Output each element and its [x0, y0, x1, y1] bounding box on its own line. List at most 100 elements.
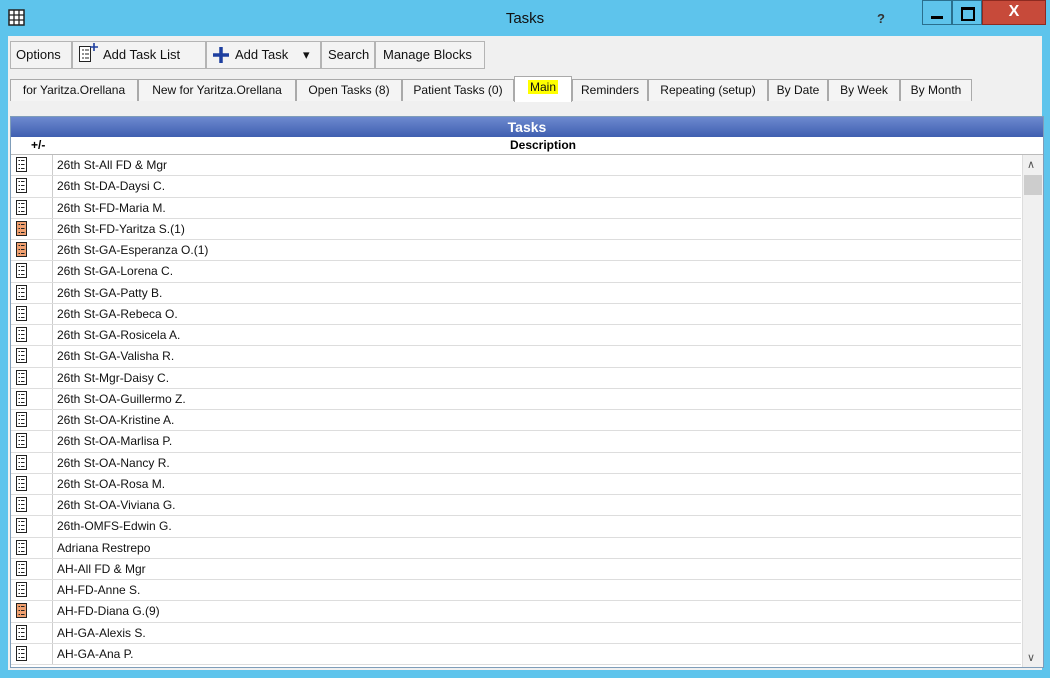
tab-by-week[interactable]: By Week: [828, 79, 900, 101]
task-list-icon[interactable]: [16, 199, 27, 215]
table-row[interactable]: 26th-OMFS-Edwin G.: [11, 516, 1021, 538]
row-divider: [52, 452, 53, 473]
tab-new-for-yaritza[interactable]: New for Yaritza.Orellana: [138, 79, 296, 101]
add-task-dropdown-icon[interactable]: ▾: [303, 42, 310, 68]
tab-by-month[interactable]: By Month: [900, 79, 972, 101]
window-title: Tasks: [505, 10, 545, 27]
maximize-button[interactable]: [952, 0, 982, 25]
tab-repeating-setup[interactable]: Repeating (setup): [648, 79, 768, 101]
task-list-icon[interactable]: [16, 327, 27, 342]
task-description: AH-FD-Anne S.: [57, 583, 141, 597]
task-list-icon[interactable]: [16, 348, 27, 364]
table-row[interactable]: 26th St-GA-Patty B.: [11, 282, 1021, 304]
task-description: 26th St-OA-Viviana G.: [57, 498, 176, 512]
vertical-scrollbar[interactable]: ∧ ∨: [1022, 155, 1043, 667]
scroll-down-icon[interactable]: ∨: [1027, 651, 1035, 664]
task-list-icon[interactable]: [16, 645, 27, 661]
task-description: 26th St-FD-Maria M.: [57, 200, 166, 215]
task-list-icon[interactable]: [16, 624, 27, 640]
table-row[interactable]: 26th St-OA-Marlisa P.: [11, 431, 1021, 453]
task-list-icon[interactable]: [16, 603, 27, 619]
table-row[interactable]: AH-FD-Diana G.(9): [11, 601, 1021, 623]
task-list-icon[interactable]: [16, 497, 27, 512]
task-list-icon[interactable]: [16, 412, 27, 427]
task-list-icon[interactable]: [16, 539, 27, 555]
help-button[interactable]: ?: [877, 11, 885, 26]
table-row[interactable]: 26th St-OA-Nancy R.: [11, 452, 1021, 474]
table-row[interactable]: AH-GA-Alexis S.: [11, 622, 1021, 644]
row-divider: [52, 388, 53, 409]
add-plus-icon: [90, 43, 98, 51]
tab-by-date[interactable]: By Date: [768, 79, 828, 101]
table-row[interactable]: 26th St-GA-Rebeca O.: [11, 303, 1021, 325]
close-button[interactable]: X: [982, 0, 1046, 25]
table-row[interactable]: 26th St-FD-Maria M.: [11, 197, 1021, 219]
table-row[interactable]: AH-All FD & Mgr: [11, 558, 1021, 580]
manage-blocks-button[interactable]: Manage Blocks: [375, 41, 485, 69]
description-column-header[interactable]: Description: [53, 138, 1033, 152]
task-list-icon[interactable]: [16, 369, 27, 385]
table-row[interactable]: 26th St-DA-Daysi C.: [11, 176, 1021, 198]
table-row[interactable]: 26th St-GA-Valisha R.: [11, 346, 1021, 368]
tab-for-yaritza[interactable]: for Yaritza.Orellana: [10, 79, 138, 101]
title-bar[interactable]: Tasks ? X: [0, 0, 1050, 36]
task-description: 26th St-GA-Rebeca O.: [57, 306, 178, 321]
task-list-icon[interactable]: [16, 178, 27, 194]
row-divider: [52, 643, 53, 664]
task-list-icon[interactable]: [16, 284, 27, 300]
task-list-icon[interactable]: [16, 433, 27, 449]
plus-icon: [213, 47, 229, 63]
task-list-icon[interactable]: [16, 518, 27, 534]
task-list-icon[interactable]: [16, 242, 27, 257]
table-row[interactable]: AH-FD-Anne S.: [11, 580, 1021, 602]
table-row[interactable]: 26th St-OA-Guillermo Z.: [11, 388, 1021, 410]
minimize-button[interactable]: [922, 0, 952, 25]
tab-reminders[interactable]: Reminders: [572, 79, 648, 101]
grid-header: +/- Description: [11, 137, 1043, 155]
row-divider: [52, 473, 53, 494]
task-list-icon[interactable]: [16, 475, 27, 491]
add-task-button[interactable]: Add Task ▾: [206, 41, 321, 69]
tab-patient-tasks[interactable]: Patient Tasks (0): [402, 79, 514, 101]
task-description: Adriana Restrepo: [57, 540, 151, 555]
scroll-thumb[interactable]: [1024, 175, 1042, 195]
task-list-icon[interactable]: [16, 582, 27, 597]
search-button[interactable]: Search: [321, 41, 375, 69]
task-list-icon[interactable]: [16, 454, 27, 470]
task-description: 26th St-GA-Valisha R.: [57, 349, 175, 364]
task-list-icon[interactable]: [16, 305, 27, 321]
table-row[interactable]: 26th St-OA-Viviana G.: [11, 495, 1021, 517]
task-list-icon[interactable]: [16, 390, 27, 406]
tab-open-tasks[interactable]: Open Tasks (8): [296, 79, 402, 101]
tab-main[interactable]: Main: [514, 76, 572, 102]
expand-column-header[interactable]: +/-: [31, 138, 45, 152]
table-row[interactable]: 26th St-GA-Rosicela A.: [11, 325, 1021, 347]
task-description: 26th St-GA-Esperanza O.(1): [57, 243, 209, 257]
task-tabs: for Yaritza.Orellana New for Yaritza.Ore…: [8, 76, 1042, 102]
tasks-window: Tasks ? X Options Add Task List Add Task…: [0, 0, 1050, 678]
search-label: Search: [328, 47, 370, 62]
task-description: AH-All FD & Mgr: [57, 561, 146, 576]
table-row[interactable]: 26th St-All FD & Mgr: [11, 155, 1021, 177]
table-row[interactable]: 26th St-OA-Kristine A.: [11, 410, 1021, 432]
task-description: 26th St-GA-Lorena C.: [57, 264, 174, 279]
task-list-icon[interactable]: [16, 263, 27, 279]
table-row[interactable]: 26th St-GA-Esperanza O.(1): [11, 240, 1021, 262]
row-divider: [52, 580, 53, 601]
task-list-icon[interactable]: [16, 220, 27, 236]
task-description: 26th St-GA-Rosicela A.: [57, 328, 181, 342]
table-row[interactable]: 26th St-OA-Rosa M.: [11, 473, 1021, 495]
table-row[interactable]: 26th St-GA-Lorena C.: [11, 261, 1021, 283]
table-row[interactable]: AH-GA-Ana P.: [11, 643, 1021, 665]
table-row[interactable]: 26th St-Mgr-Daisy C.: [11, 367, 1021, 389]
scroll-up-icon[interactable]: ∧: [1027, 158, 1035, 171]
row-divider: [52, 558, 53, 579]
task-list-icon[interactable]: [16, 157, 27, 172]
add-task-list-button[interactable]: Add Task List: [72, 41, 206, 69]
table-row[interactable]: Adriana Restrepo: [11, 537, 1021, 559]
task-description: 26th St-OA-Nancy R.: [57, 455, 170, 470]
task-list-icon[interactable]: [16, 560, 27, 576]
options-button[interactable]: Options: [10, 41, 72, 69]
table-row[interactable]: 26th St-FD-Yaritza S.(1): [11, 218, 1021, 240]
minimize-icon: [931, 16, 943, 19]
